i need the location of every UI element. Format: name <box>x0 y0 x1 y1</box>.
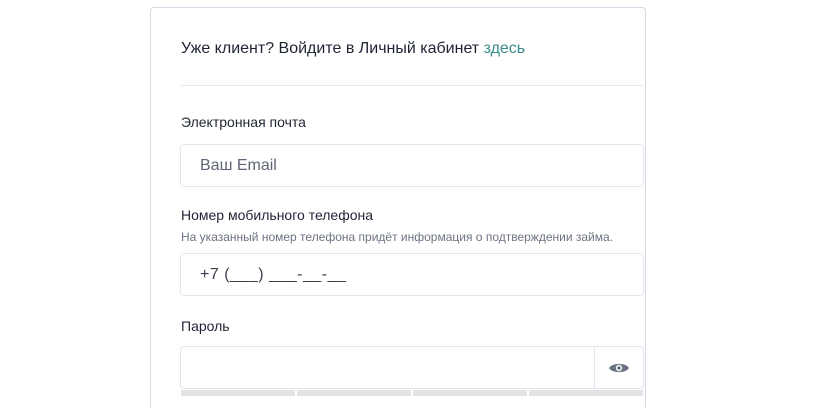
strength-segment <box>529 390 643 396</box>
strength-segment <box>181 390 295 396</box>
email-label: Электронная почта <box>181 114 306 130</box>
phone-label: Номер мобильного телефона <box>181 207 374 223</box>
phone-field[interactable] <box>180 253 644 296</box>
strength-segment <box>297 390 411 396</box>
strength-segment <box>413 390 527 396</box>
password-field[interactable] <box>181 347 594 388</box>
login-prompt-text: Уже клиент? Войдите в Личный кабинет <box>181 40 484 57</box>
password-label: Пароль <box>181 318 230 334</box>
login-link[interactable]: здесь <box>484 40 526 57</box>
eye-icon <box>609 363 629 372</box>
registration-card: Уже клиент? Войдите в Личный кабинет зде… <box>150 7 646 408</box>
password-field-wrapper <box>180 346 644 389</box>
email-field[interactable] <box>180 144 644 187</box>
phone-hint: На указанный номер телефона придёт инфор… <box>181 230 614 244</box>
show-password-button[interactable] <box>595 347 643 388</box>
password-strength-meter <box>181 390 643 396</box>
login-prompt: Уже клиент? Войдите в Личный кабинет зде… <box>181 40 525 58</box>
divider <box>181 85 643 86</box>
